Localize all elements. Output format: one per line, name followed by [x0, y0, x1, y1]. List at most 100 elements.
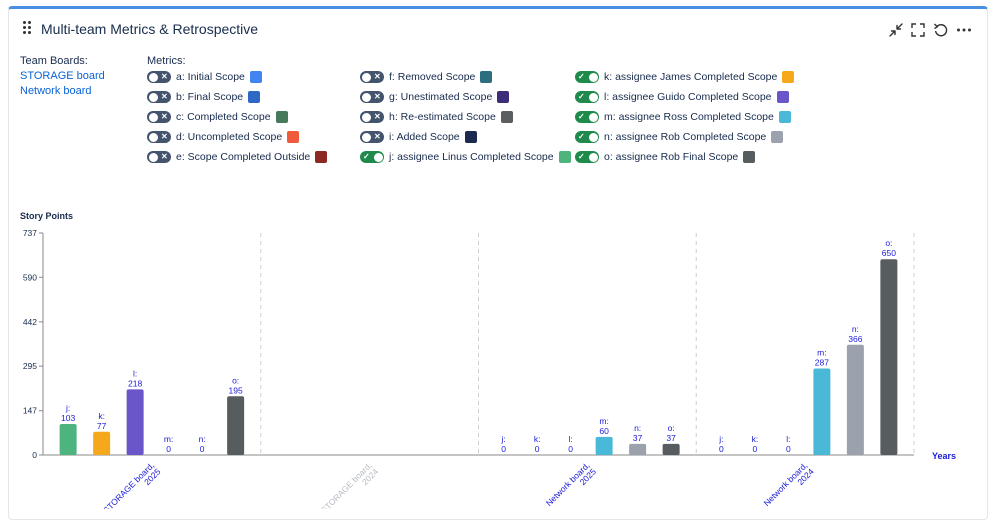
- bar-k: [93, 431, 111, 455]
- metric-item: ✓ j: assignee Linus Completed Scope: [360, 149, 571, 165]
- toggle-knob: [148, 92, 158, 102]
- y-tick-label: 737: [23, 228, 37, 238]
- data-label-value: 60: [599, 426, 609, 436]
- toggle-off[interactable]: ✕: [360, 111, 384, 123]
- metric-color-swatch: [771, 131, 784, 143]
- data-label-value: 0: [200, 444, 205, 454]
- bar-o: [662, 443, 680, 455]
- data-label-key: o:: [885, 238, 892, 248]
- refresh-icon[interactable]: [932, 21, 950, 39]
- data-label-key: n:: [852, 324, 859, 334]
- metric-item: ✕ b: Final Scope: [147, 89, 261, 105]
- metric-color-swatch: [500, 111, 513, 123]
- metric-item: ✓ o: assignee Rob Final Scope: [575, 149, 756, 165]
- toggle-knob: [373, 152, 383, 162]
- close-icon: ✕: [374, 112, 381, 121]
- check-icon: ✓: [578, 92, 585, 101]
- metric-label: b: Final Scope: [176, 91, 244, 103]
- bar-n: [846, 344, 864, 455]
- panel-title: Multi-team Metrics & Retrospective: [41, 21, 259, 37]
- toggle-knob: [148, 132, 158, 142]
- y-axis-label: Story Points: [20, 211, 73, 221]
- data-label-value: 0: [166, 444, 171, 454]
- data-label-value: 366: [848, 334, 862, 344]
- metric-item: ✓ k: assignee James Completed Scope: [575, 69, 795, 85]
- toggle-knob: [148, 72, 158, 82]
- close-icon: ✕: [374, 72, 381, 81]
- data-label-key: j:: [65, 403, 70, 413]
- data-label-key: j:: [501, 434, 506, 444]
- metric-label: l: assignee Guido Completed Scope: [604, 91, 772, 103]
- metric-color-swatch: [248, 91, 261, 103]
- metric-color-swatch: [315, 151, 328, 163]
- toggle-on[interactable]: ✓: [360, 151, 384, 163]
- data-label-value: 37: [666, 433, 676, 443]
- bar-o: [227, 396, 245, 455]
- metric-color-swatch: [480, 71, 493, 83]
- team-board-link-storage[interactable]: STORAGE board: [20, 70, 105, 82]
- x-tick-label-group: Network board,2025: [544, 460, 598, 508]
- x-axis-label: Years: [932, 451, 956, 461]
- check-icon: ✓: [578, 112, 585, 121]
- fullscreen-icon[interactable]: [909, 21, 927, 39]
- metric-label: c: Completed Scope: [176, 111, 271, 123]
- toggle-off[interactable]: ✕: [147, 91, 171, 103]
- toggle-off[interactable]: ✕: [360, 71, 384, 83]
- team-board-link-network[interactable]: Network board: [20, 85, 92, 97]
- toggle-off[interactable]: ✕: [147, 111, 171, 123]
- team-boards-label: Team Boards:: [20, 55, 88, 67]
- toggle-knob: [361, 112, 371, 122]
- toggle-on[interactable]: ✓: [575, 151, 599, 163]
- metric-color-swatch: [275, 111, 288, 123]
- close-icon: ✕: [374, 92, 381, 101]
- toggle-on[interactable]: ✓: [575, 91, 599, 103]
- toggle-off[interactable]: ✕: [147, 151, 171, 163]
- metric-label: g: Unestimated Scope: [389, 91, 493, 103]
- x-tick-label-group: STORAGE board,2025: [101, 460, 163, 509]
- data-label-key: n:: [199, 434, 206, 444]
- toggle-on[interactable]: ✓: [575, 131, 599, 143]
- data-label-key: j:: [718, 434, 723, 444]
- toggle-off[interactable]: ✕: [360, 91, 384, 103]
- bar-l: [126, 389, 144, 455]
- metric-label: a: Initial Scope: [176, 71, 245, 83]
- toggle-off[interactable]: ✕: [360, 131, 384, 143]
- close-icon: ✕: [161, 132, 168, 141]
- check-icon: ✓: [578, 132, 585, 141]
- y-tick-label: 147: [23, 406, 37, 416]
- bar-chart: Story Points0147295442590737Yearsj:103 k:…: [20, 211, 956, 509]
- drag-handle-icon[interactable]: [23, 21, 33, 35]
- metric-color-swatch: [249, 71, 262, 83]
- metric-item: ✓ l: assignee Guido Completed Scope: [575, 89, 789, 105]
- metric-label: k: assignee James Completed Scope: [604, 71, 778, 83]
- data-label-value: 0: [568, 444, 573, 454]
- metric-label: e: Scope Completed Outside: [176, 151, 311, 163]
- toggle-off[interactable]: ✕: [147, 71, 171, 83]
- metric-item: ✕ a: Initial Scope: [147, 69, 262, 85]
- data-label-key: k:: [534, 434, 541, 444]
- toggle-on[interactable]: ✓: [575, 111, 599, 123]
- metric-item: ✕ h: Re-estimated Scope: [360, 109, 513, 125]
- metric-item: ✕ i: Added Scope: [360, 129, 477, 145]
- metric-color-swatch: [558, 151, 571, 163]
- toggle-knob: [588, 112, 598, 122]
- toggle-knob: [361, 72, 371, 82]
- more-icon[interactable]: [955, 21, 973, 39]
- metric-label: m: assignee Ross Completed Scope: [604, 111, 774, 123]
- metric-color-swatch: [776, 91, 789, 103]
- collapse-icon[interactable]: [887, 21, 905, 39]
- metrics-label: Metrics:: [147, 55, 186, 67]
- data-label-value: 195: [229, 385, 243, 395]
- toggle-on[interactable]: ✓: [575, 71, 599, 83]
- y-tick-label: 0: [32, 450, 37, 460]
- data-label-key: k:: [752, 434, 759, 444]
- data-label-value: 0: [501, 444, 506, 454]
- metric-item: ✕ e: Scope Completed Outside: [147, 149, 328, 165]
- check-icon: ✓: [578, 152, 585, 161]
- metric-label: o: assignee Rob Final Scope: [604, 151, 739, 163]
- metric-color-swatch: [782, 71, 795, 83]
- close-icon: ✕: [161, 152, 168, 161]
- metric-label: i: Added Scope: [389, 131, 460, 143]
- metric-item: ✕ f: Removed Scope: [360, 69, 493, 85]
- toggle-off[interactable]: ✕: [147, 131, 171, 143]
